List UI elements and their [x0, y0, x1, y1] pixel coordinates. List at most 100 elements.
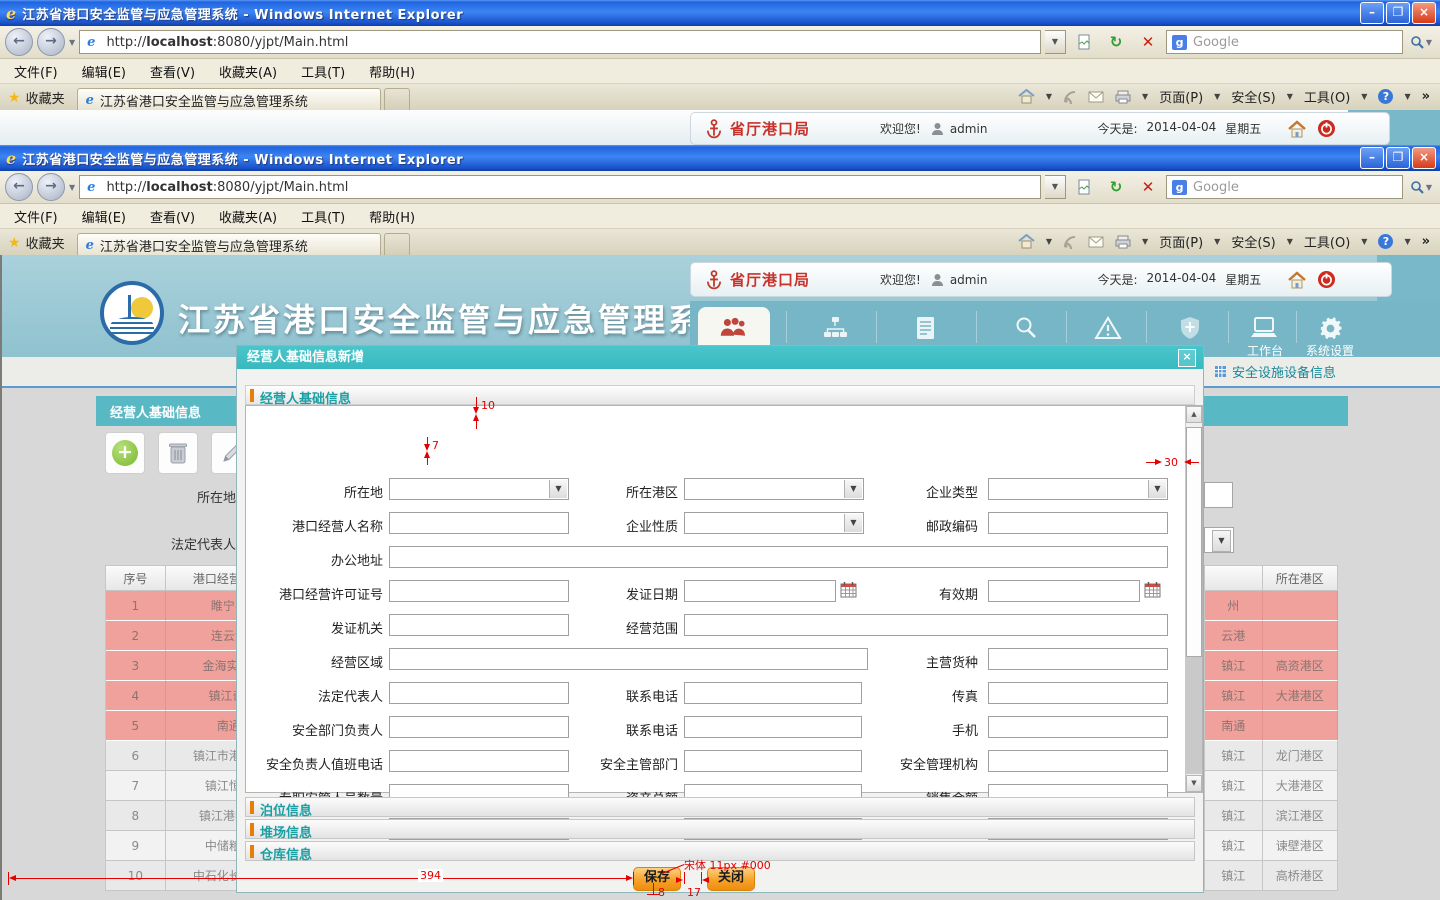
- scroll-up-icon[interactable]: ▲: [1186, 406, 1202, 423]
- favorites-button[interactable]: ★ 收藏夹: [8, 233, 65, 253]
- search-go-button[interactable]: ▼: [1407, 175, 1435, 199]
- form-text-field[interactable]: [988, 648, 1168, 670]
- url-input[interactable]: e http://localhost:8080/yjpt/Main.html: [79, 30, 1041, 54]
- menu-file[interactable]: 文件(F): [14, 62, 58, 81]
- home-dropdown-icon[interactable]: ▼: [1046, 237, 1052, 246]
- refresh-button[interactable]: ↻: [1102, 174, 1130, 200]
- logout-icon[interactable]: [1317, 270, 1336, 289]
- history-dropdown-icon[interactable]: ▼: [69, 183, 75, 192]
- calendar-icon[interactable]: [1144, 582, 1161, 601]
- menu-help[interactable]: 帮助(H): [369, 62, 415, 81]
- form-text-field[interactable]: [389, 546, 1168, 568]
- nav-workbench-icon[interactable]: [1246, 313, 1282, 343]
- save-button[interactable]: 保存: [633, 867, 681, 891]
- form-date-field[interactable]: [988, 580, 1140, 602]
- table-row[interactable]: 镇江 大港港区: [1204, 771, 1338, 801]
- rss-icon[interactable]: [1063, 235, 1077, 249]
- back-button[interactable]: ←: [5, 28, 33, 56]
- url-dropdown-button[interactable]: ▼: [1045, 30, 1066, 54]
- minimize-button[interactable]: –: [1360, 2, 1384, 24]
- home-dropdown-icon[interactable]: ▼: [1046, 92, 1052, 101]
- menu-view[interactable]: 查看(V): [150, 207, 195, 226]
- form-text-field[interactable]: [988, 750, 1168, 772]
- add-button[interactable]: +: [105, 432, 145, 474]
- table-row[interactable]: 南通: [1204, 711, 1338, 741]
- stop-button[interactable]: ✕: [1134, 174, 1162, 200]
- delete-button[interactable]: [158, 432, 198, 474]
- url-input[interactable]: e http://localhost:8080/yjpt/Main.html: [79, 175, 1041, 199]
- home-shortcut-icon[interactable]: [1287, 119, 1307, 138]
- table-row[interactable]: 镇江 高桥港区: [1204, 861, 1338, 891]
- help-icon[interactable]: ?: [1378, 89, 1394, 104]
- search-options-icon[interactable]: ▼: [1426, 38, 1432, 47]
- form-scrollbar[interactable]: ▲ ▼: [1185, 406, 1202, 792]
- rss-icon[interactable]: [1063, 90, 1077, 104]
- new-tab-button[interactable]: [383, 88, 410, 112]
- menu-help[interactable]: 帮助(H): [369, 207, 415, 226]
- accordion-yard[interactable]: 堆场信息: [245, 819, 1195, 841]
- compatibility-view-button[interactable]: [1070, 174, 1098, 200]
- page-menu[interactable]: 页面(P): [1159, 232, 1203, 251]
- chevron-down-icon[interactable]: ▼: [1212, 530, 1231, 552]
- tools-menu[interactable]: 工具(O): [1304, 232, 1350, 251]
- favorites-button[interactable]: ★ 收藏夹: [8, 88, 65, 108]
- form-text-field[interactable]: [684, 614, 1168, 636]
- close-button[interactable]: ×: [1412, 2, 1436, 24]
- form-text-field[interactable]: [988, 682, 1168, 704]
- nav-settings-icon[interactable]: [1312, 313, 1348, 343]
- table-row[interactable]: 镇江 滨江港区: [1204, 801, 1338, 831]
- print-icon[interactable]: [1115, 235, 1131, 249]
- stop-button[interactable]: ✕: [1134, 29, 1162, 55]
- search-input[interactable]: g Google: [1166, 30, 1403, 54]
- table-row[interactable]: 州: [1204, 591, 1338, 621]
- search-go-button[interactable]: ▼: [1407, 30, 1435, 54]
- form-select[interactable]: ▼: [988, 478, 1168, 500]
- menu-favorites[interactable]: 收藏夹(A): [219, 207, 277, 226]
- url-dropdown-button[interactable]: ▼: [1045, 175, 1066, 199]
- nav-search-icon[interactable]: [1008, 313, 1044, 343]
- menu-tools[interactable]: 工具(T): [301, 62, 345, 81]
- safety-menu[interactable]: 安全(S): [1231, 232, 1275, 251]
- restore-button[interactable]: ❐: [1386, 147, 1410, 169]
- print-icon[interactable]: [1115, 90, 1131, 104]
- nav-warning-icon[interactable]: [1090, 313, 1126, 343]
- menu-view[interactable]: 查看(V): [150, 62, 195, 81]
- nav-document-icon[interactable]: [908, 313, 944, 343]
- accordion-warehouse[interactable]: 仓库信息: [245, 841, 1195, 863]
- home-icon[interactable]: [1018, 234, 1035, 249]
- minimize-button[interactable]: –: [1360, 147, 1384, 169]
- form-text-field[interactable]: [988, 716, 1168, 738]
- forward-button[interactable]: →: [37, 173, 65, 201]
- scroll-down-icon[interactable]: ▼: [1186, 775, 1202, 792]
- nav-shield-icon[interactable]: [1172, 313, 1208, 343]
- table-row[interactable]: 镇江 谏壁港区: [1204, 831, 1338, 861]
- table-row[interactable]: 镇江 龙门港区: [1204, 741, 1338, 771]
- more-commands-icon[interactable]: »: [1422, 89, 1430, 104]
- browser-tab[interactable]: e 江苏省港口安全监管与应急管理系统: [76, 88, 381, 112]
- refresh-button[interactable]: ↻: [1102, 29, 1130, 55]
- scrollbar-track[interactable]: [1186, 657, 1202, 774]
- menu-favorites[interactable]: 收藏夹(A): [219, 62, 277, 81]
- menu-edit[interactable]: 编辑(E): [82, 207, 126, 226]
- content-tab-operators[interactable]: 经营人基础信息: [96, 396, 236, 426]
- form-text-field[interactable]: [389, 648, 868, 670]
- help-icon[interactable]: ?: [1378, 234, 1394, 249]
- restore-button[interactable]: ❐: [1386, 2, 1410, 24]
- table-row[interactable]: 镇江 大港港区: [1204, 681, 1338, 711]
- scrollbar-thumb[interactable]: [1186, 427, 1202, 657]
- form-text-field[interactable]: [988, 512, 1168, 534]
- dialog-close-button[interactable]: ×: [1178, 349, 1196, 367]
- close-button[interactable]: ×: [1412, 147, 1436, 169]
- safety-menu[interactable]: 安全(S): [1231, 87, 1275, 106]
- tools-menu[interactable]: 工具(O): [1304, 87, 1350, 106]
- table-row[interactable]: 镇江 高资港区: [1204, 651, 1338, 681]
- home-shortcut-icon[interactable]: [1287, 270, 1307, 289]
- menu-file[interactable]: 文件(F): [14, 207, 58, 226]
- logout-icon[interactable]: [1317, 119, 1336, 138]
- history-dropdown-icon[interactable]: ▼: [69, 38, 75, 47]
- table-row[interactable]: 云港: [1204, 621, 1338, 651]
- search-options-icon[interactable]: ▼: [1426, 183, 1432, 192]
- page-menu[interactable]: 页面(P): [1159, 87, 1203, 106]
- accordion-berth[interactable]: 泊位信息: [245, 797, 1195, 819]
- chevron-down-icon[interactable]: ▼: [1148, 480, 1166, 498]
